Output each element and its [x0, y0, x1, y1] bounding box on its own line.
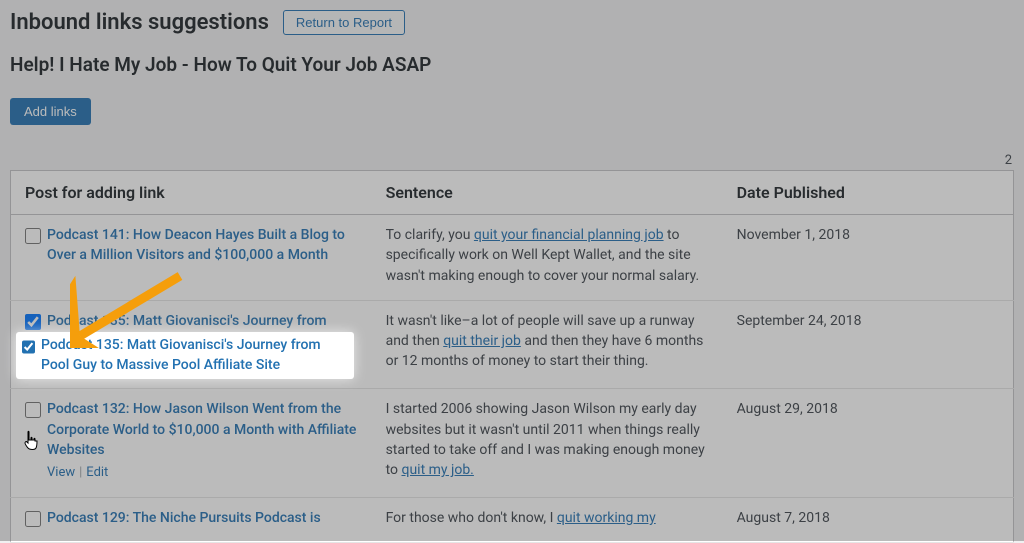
- row-checkbox[interactable]: [25, 314, 41, 330]
- sentence-cell: For those who don't know, I quit working…: [372, 498, 723, 543]
- post-title-link[interactable]: Podcast 132: How Jason Wilson Went from …: [47, 399, 358, 460]
- post-subtitle: Help! I Hate My Job - How To Quit Your J…: [10, 53, 1014, 76]
- column-header-date[interactable]: Date Published: [723, 171, 1014, 215]
- edit-link[interactable]: Edit: [86, 465, 108, 480]
- row-checkbox[interactable]: [25, 511, 41, 527]
- add-links-button[interactable]: Add links: [10, 98, 91, 125]
- row-checkbox[interactable]: [25, 402, 41, 418]
- sentence-cell: I started 2006 showing Jason Wilson my e…: [372, 389, 723, 498]
- post-title-link[interactable]: Podcast 129: The Niche Pursuits Podcast …: [47, 508, 321, 528]
- sentence-anchor-link[interactable]: quit working my: [557, 510, 656, 526]
- post-title-link-highlighted[interactable]: Podcast 135: Matt Giovanisci's Journey f…: [41, 336, 348, 375]
- view-link[interactable]: View: [47, 465, 75, 480]
- date-cell: August 29, 2018: [723, 389, 1014, 498]
- row-checkbox-highlighted[interactable]: [22, 339, 35, 355]
- sentence-cell: To clarify, you quit your financial plan…: [372, 215, 723, 301]
- table-row: Podcast 129: The Niche Pursuits Podcast …: [11, 498, 1014, 543]
- sentence-cell: It wasn't like–a lot of people will save…: [372, 300, 723, 388]
- item-count: 2: [10, 153, 1014, 168]
- date-cell: August 7, 2018: [723, 498, 1014, 543]
- column-header-sentence[interactable]: Sentence: [372, 171, 723, 215]
- row-checkbox[interactable]: [25, 228, 41, 244]
- page-title: Inbound links suggestions: [10, 10, 269, 35]
- post-title-link[interactable]: Podcast 141: How Deacon Hayes Built a Bl…: [47, 225, 358, 266]
- row-actions: View|Edit: [25, 464, 358, 483]
- table-row: Podcast 132: How Jason Wilson Went from …: [11, 389, 1014, 498]
- sentence-anchor-link[interactable]: quit my job.: [401, 462, 473, 478]
- sentence-anchor-link[interactable]: quit their job: [443, 333, 521, 349]
- table-row: Podcast 141: How Deacon Hayes Built a Bl…: [11, 215, 1014, 301]
- sentence-anchor-link[interactable]: quit your financial planning job: [474, 227, 664, 243]
- date-cell: September 24, 2018: [723, 300, 1014, 388]
- return-to-report-button[interactable]: Return to Report: [283, 10, 405, 35]
- date-cell: November 1, 2018: [723, 215, 1014, 301]
- column-header-post[interactable]: Post for adding link: [11, 171, 372, 215]
- spotlight-highlight: Podcast 135: Matt Giovanisci's Journey f…: [16, 332, 354, 379]
- separator: |: [75, 465, 86, 480]
